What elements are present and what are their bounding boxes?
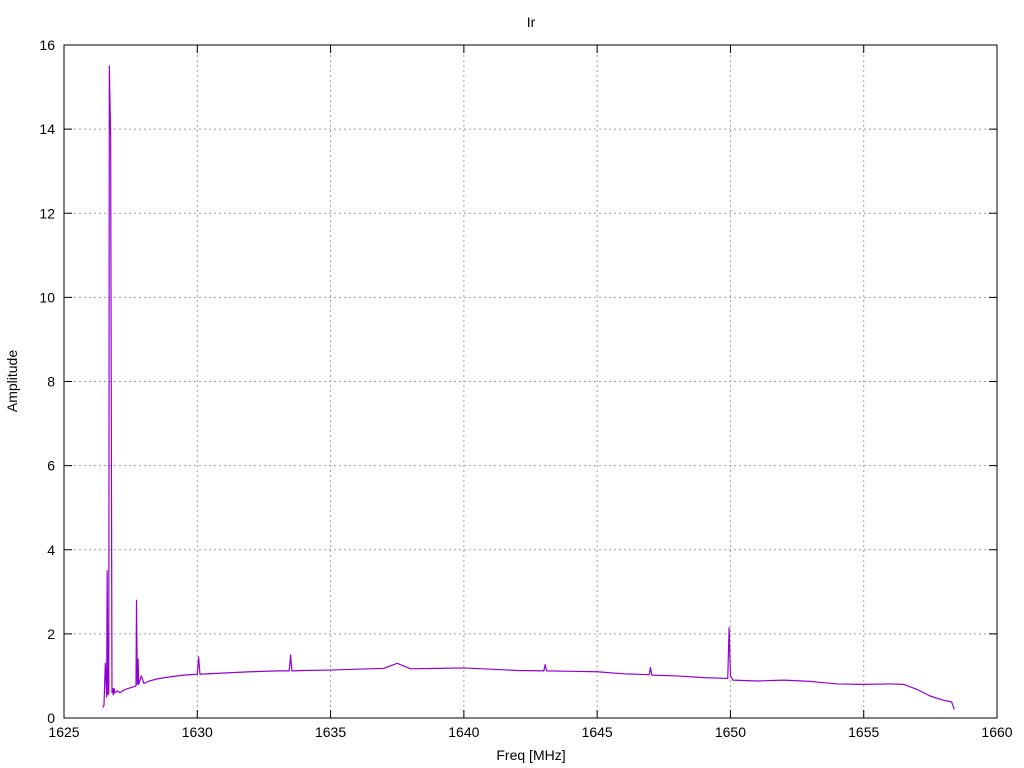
x-tick-label: 1630 xyxy=(182,724,213,740)
y-tick-label: 10 xyxy=(39,289,55,305)
x-tick-label: 1655 xyxy=(848,724,879,740)
x-tick-label: 1645 xyxy=(582,724,613,740)
x-tick-label: 1650 xyxy=(715,724,746,740)
ticks: 1625 1630 1635 1640 1645 1650 1655 1660 0 2 4 6 8 10 1… xyxy=(39,37,1012,740)
x-tick-label: 1640 xyxy=(448,724,479,740)
x-tick-label: 1635 xyxy=(315,724,346,740)
series-line xyxy=(102,65,955,710)
y-tick-label: 2 xyxy=(47,626,55,642)
chart-title: Ir xyxy=(527,14,536,30)
y-tick-label: 6 xyxy=(47,458,55,474)
y-tick-label: 0 xyxy=(47,710,55,726)
x-tick-label: 1660 xyxy=(981,724,1012,740)
y-tick-label: 16 xyxy=(39,37,55,53)
series-layer xyxy=(102,65,955,710)
y-tick-label: 8 xyxy=(47,374,55,390)
chart: 1625 1630 1635 1640 1645 1650 1655 1660 0 2 4 6 8 10 1… xyxy=(4,14,1013,763)
x-tick-label: 1625 xyxy=(48,724,79,740)
x-axis-label: Freq [MHz] xyxy=(496,747,565,763)
y-tick-label: 4 xyxy=(47,542,55,558)
grid xyxy=(64,45,997,718)
y-tick-label: 12 xyxy=(39,205,55,221)
y-tick-label: 14 xyxy=(39,121,55,137)
y-axis-label: Amplitude xyxy=(4,350,20,412)
